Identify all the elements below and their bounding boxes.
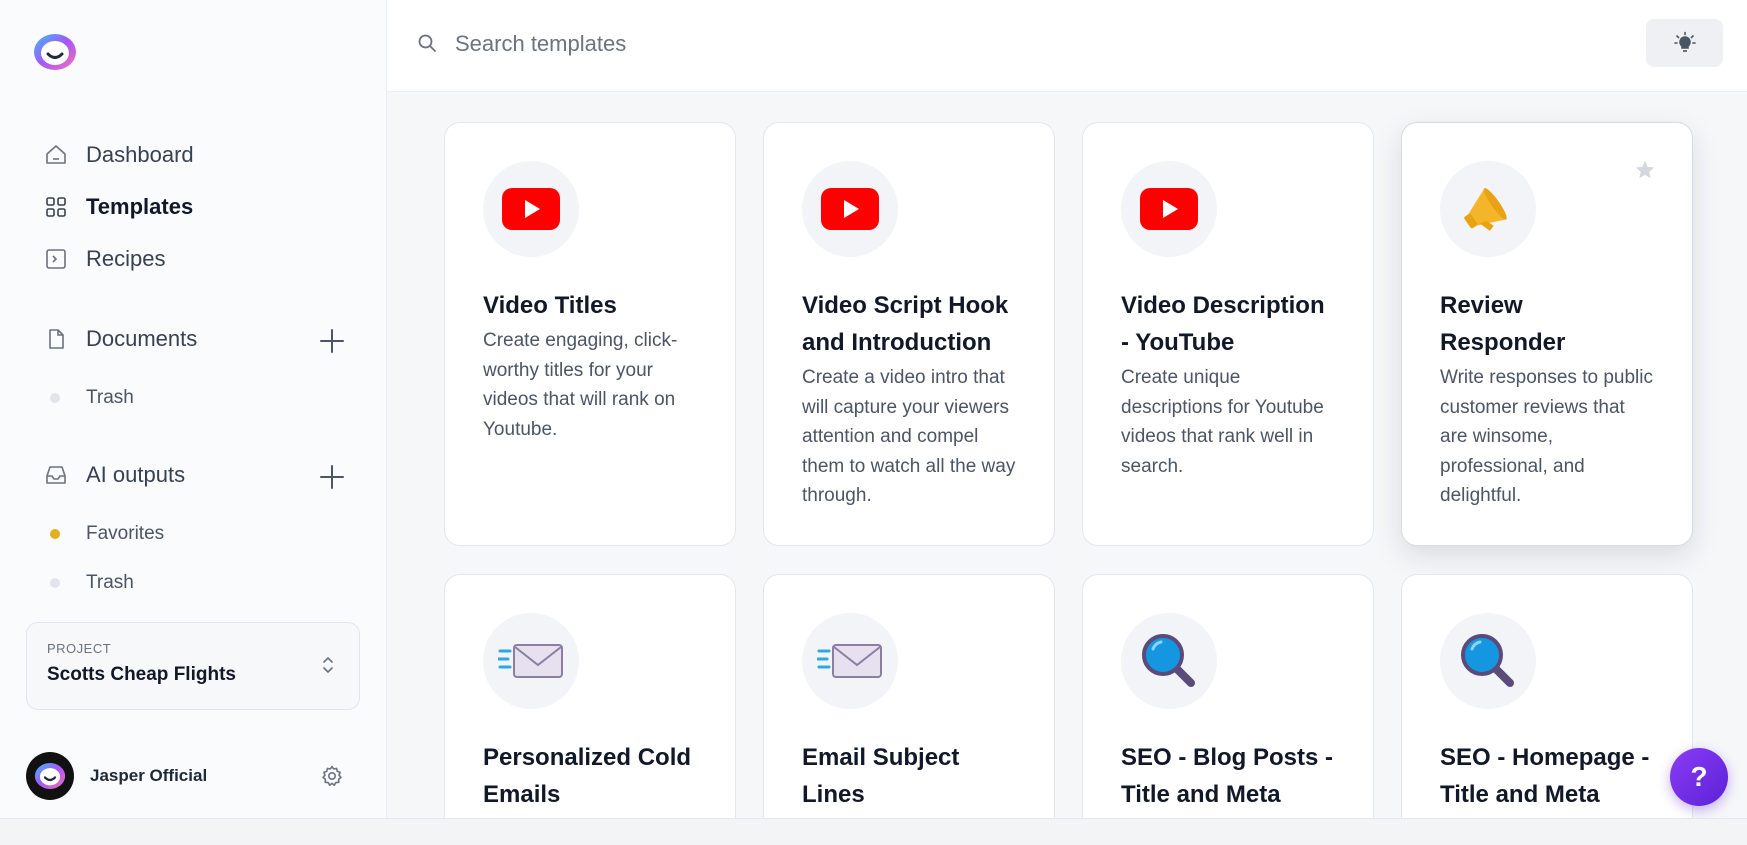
document-icon (44, 327, 68, 351)
card-description: Create a video intro that will capture y… (802, 367, 1016, 506)
avatar (26, 752, 74, 800)
card-title: Review Responder (1440, 292, 1566, 356)
nav-templates[interactable]: Templates (44, 194, 193, 220)
favorites-label: Favorites (86, 523, 165, 544)
search-input[interactable] (455, 24, 1355, 64)
template-card-seo-blog-posts[interactable]: SEO - Blog Posts - Title and Meta (1082, 574, 1374, 818)
home-icon (44, 143, 68, 167)
youtube-icon (1140, 188, 1198, 230)
magnifier-icon (1461, 634, 1514, 687)
card-description: Create unique descriptions for Youtube v… (1121, 367, 1324, 477)
nav-documents-label: Documents (86, 326, 198, 351)
card-icon-wrap (802, 161, 898, 257)
inbox-icon (44, 463, 68, 487)
chevron-up-down-icon (323, 657, 333, 673)
nav-ai-outputs-label: AI outputs (86, 462, 186, 487)
grid-icon (44, 195, 68, 219)
documents-trash[interactable]: Trash (50, 387, 134, 409)
favorites-dot-icon (50, 529, 60, 539)
template-card-video-script-hook[interactable]: Video Script Hook and Introduction Creat… (763, 122, 1055, 546)
template-card-video-titles[interactable]: Video Titles Create engaging, click-wort… (444, 122, 736, 546)
template-card-seo-homepage[interactable]: SEO - Homepage - Title and Meta (1401, 574, 1693, 818)
envelope-icon (498, 644, 563, 678)
card-icon-wrap (1440, 613, 1536, 709)
card-description: Write responses to public customer revie… (1440, 367, 1653, 506)
youtube-icon (821, 188, 879, 230)
megaphone-icon (1464, 188, 1507, 231)
card-icon-wrap (802, 613, 898, 709)
templates-grid: Video Titles Create engaging, click-wort… (387, 92, 1747, 818)
template-card-review-responder[interactable]: Review Responder Write responses to publ… (1401, 122, 1693, 546)
lightbulb-button[interactable] (1646, 19, 1723, 67)
documents-trash-label: Trash (86, 387, 134, 408)
star-icon[interactable] (1634, 159, 1656, 181)
nav-ai-outputs[interactable]: AI outputs (44, 462, 185, 488)
help-button[interactable]: ? (1670, 748, 1728, 806)
card-icon-wrap (483, 161, 579, 257)
top-bar (387, 0, 1747, 92)
card-title: Personalized Cold Emails (483, 744, 692, 808)
card-title: Email Subject Lines (802, 744, 960, 808)
magnifier-icon (1142, 634, 1195, 687)
card-title: SEO - Homepage - Title and Meta (1440, 744, 1650, 808)
youtube-icon (502, 188, 560, 230)
card-title: Video Description - YouTube (1121, 292, 1325, 356)
project-selector[interactable]: PROJECT Scotts Cheap Flights (26, 622, 360, 710)
nav-recipes[interactable]: Recipes (44, 246, 165, 272)
lightbulb-icon (1673, 31, 1696, 52)
card-icon-wrap (1440, 161, 1536, 257)
ai-outputs-trash[interactable]: Trash (50, 572, 134, 594)
card-title: Video Script Hook and Introduction (802, 292, 1009, 356)
ai-outputs-favorites[interactable]: Favorites (50, 523, 164, 545)
template-card-email-subject-lines[interactable]: Email Subject Lines (763, 574, 1055, 818)
template-card-video-description[interactable]: Video Description - YouTube Create uniqu… (1082, 122, 1374, 546)
nav-templates-label: Templates (86, 194, 194, 219)
card-title: SEO - Blog Posts - Title and Meta (1121, 744, 1334, 808)
add-document-icon[interactable] (318, 327, 346, 355)
gear-icon[interactable] (320, 764, 344, 788)
user-name: Jasper Official (90, 766, 208, 785)
card-icon-wrap (1121, 161, 1217, 257)
trash-dot-icon (50, 578, 60, 588)
jasper-avatar-icon (34, 763, 66, 789)
trash-dot-icon (50, 393, 60, 403)
card-title: Video Titles (483, 292, 617, 319)
jasper-logo-icon[interactable] (30, 30, 80, 74)
ai-outputs-trash-label: Trash (86, 572, 134, 593)
nav-dashboard[interactable]: Dashboard (44, 142, 194, 168)
envelope-icon (817, 644, 882, 678)
sidebar: Dashboard Templates Recipes Documents Tr… (0, 0, 387, 818)
project-name: Scotts Cheap Flights (47, 664, 236, 685)
bottom-strip (0, 818, 1747, 845)
terminal-icon (44, 247, 68, 271)
project-label: PROJECT (47, 641, 112, 656)
nav-dashboard-label: Dashboard (86, 142, 194, 167)
search-icon (418, 34, 436, 52)
card-description: Create engaging, click-worthy titles for… (483, 330, 678, 440)
card-icon-wrap (483, 613, 579, 709)
card-icon-wrap (1121, 613, 1217, 709)
add-ai-output-icon[interactable] (318, 463, 346, 491)
nav-recipes-label: Recipes (86, 246, 166, 271)
nav-documents[interactable]: Documents (44, 326, 197, 352)
template-card-personalized-cold-emails[interactable]: Personalized Cold Emails (444, 574, 736, 818)
user-profile[interactable]: Jasper Official (26, 752, 207, 800)
